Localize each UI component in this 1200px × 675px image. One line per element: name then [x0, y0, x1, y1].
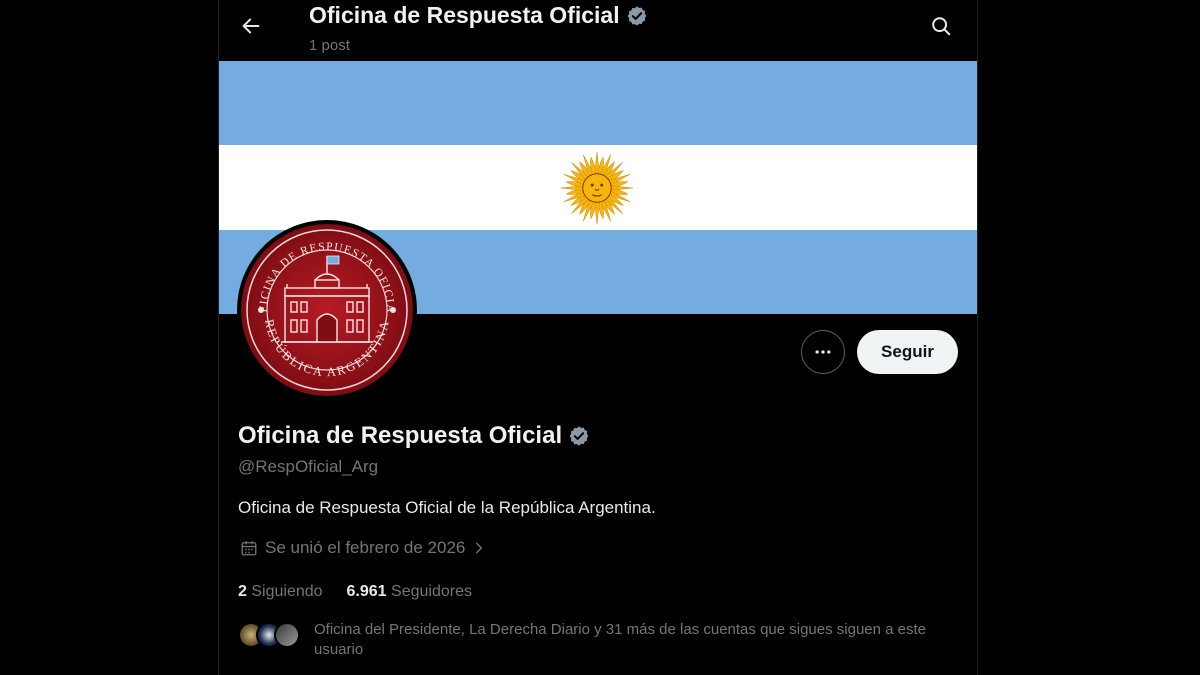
more-horizontal-icon	[815, 350, 831, 354]
official-seal-logo: OFICINA DE RESPUESTA OFICIAL REPÚBLICA A…	[241, 224, 413, 396]
post-count: 1 post	[309, 37, 350, 54]
more-options-button[interactable]	[801, 330, 845, 374]
profile-column: Oficina de Respuesta Oficial 1 post FICI…	[218, 0, 978, 675]
profile-stats: 2 Siguiendo 6.961 Seguidores	[238, 583, 472, 601]
arrow-left-icon	[242, 18, 260, 34]
profile-name-text: Oficina de Respuesta Oficial	[238, 422, 563, 449]
back-button[interactable]	[233, 8, 269, 44]
profile-bio: Oficina de Respuesta Oficial de la Repúb…	[238, 498, 656, 517]
verified-badge-icon	[627, 5, 646, 26]
page-title: Oficina de Respuesta Oficial	[309, 2, 648, 29]
verified-badge-icon[interactable]	[568, 425, 590, 447]
followers-you-know-text: Oficina del Presidente, La Derecha Diari…	[314, 621, 927, 658]
profile-avatar[interactable]: OFICINA DE RESPUESTA OFICIAL REPÚBLICA A…	[237, 220, 417, 400]
joined-date-text: Se unió el febrero de 2026	[265, 538, 466, 557]
joined-date[interactable]: Se unió el febrero de 2026	[240, 538, 486, 558]
page-title-text: Oficina de Respuesta Oficial	[309, 2, 620, 28]
profile-handle: @RespOficial_Arg	[238, 457, 379, 476]
followers-count: 6.961	[346, 583, 387, 600]
flag-stripe-top	[219, 61, 977, 145]
following-label: Siguiendo	[251, 583, 323, 600]
avatar	[274, 622, 300, 648]
profile-name: Oficina de Respuesta Oficial	[238, 422, 590, 450]
chevron-right-icon	[476, 542, 483, 554]
search-button[interactable]	[923, 8, 959, 44]
search-icon	[932, 17, 951, 36]
top-bar: Oficina de Respuesta Oficial 1 post	[219, 0, 977, 60]
calendar-icon	[241, 541, 257, 556]
following-count: 2	[238, 583, 247, 600]
followers-label: Seguidores	[391, 583, 472, 600]
followers-link[interactable]: 6.961 Seguidores	[347, 583, 472, 601]
following-link[interactable]: 2 Siguiendo	[238, 583, 323, 601]
followers-you-know[interactable]: Oficina del Presidente, La Derecha Diari…	[238, 620, 968, 660]
followers-you-know-avatars	[238, 622, 300, 648]
follow-button[interactable]: Seguir	[857, 330, 958, 374]
sun-of-may-icon	[560, 151, 634, 225]
